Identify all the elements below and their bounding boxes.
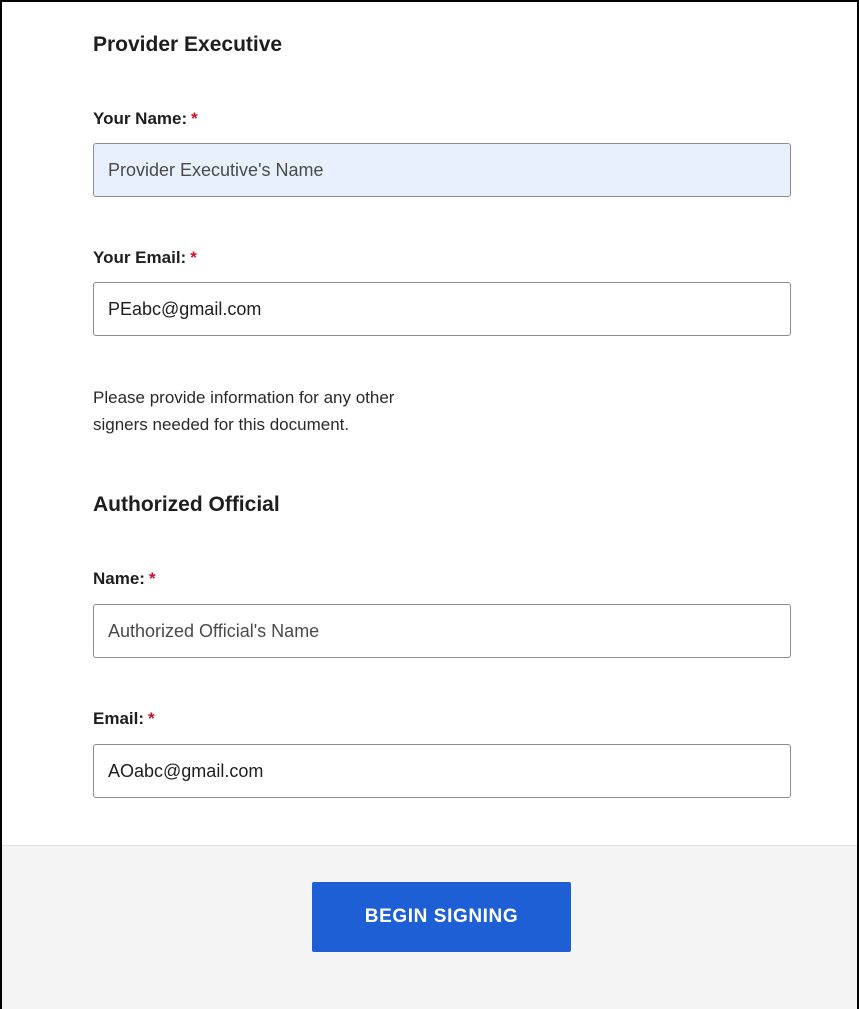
official-name-label: Name: * <box>93 569 156 589</box>
official-email-input[interactable] <box>93 744 791 798</box>
official-name-label-text: Name: <box>93 569 145 588</box>
required-asterisk: * <box>191 109 198 128</box>
info-line-2: signers needed for this document. <box>93 415 350 434</box>
provider-executive-heading: Provider Executive <box>93 33 283 56</box>
other-signers-info: Please provide information for any other… <box>93 384 533 438</box>
your-name-input[interactable] <box>93 143 791 197</box>
authorized-official-heading: Authorized Official <box>93 493 280 516</box>
your-name-label-text: Your Name: <box>93 109 188 128</box>
your-email-input[interactable] <box>93 282 791 336</box>
your-name-label: Your Name: * <box>93 109 198 129</box>
required-asterisk: * <box>148 569 156 588</box>
form-content: Provider Executive Your Name:* Your Emai… <box>2 2 857 845</box>
required-asterisk: * <box>148 709 155 728</box>
signer-form-panel: Provider Executive Your Name:* Your Emai… <box>0 0 859 1009</box>
official-email-label: Email: * <box>93 709 155 729</box>
your-email-label-text: Your Email: <box>93 248 187 267</box>
info-line-1: Please provide information for any other <box>93 388 395 407</box>
begin-signing-button[interactable]: BEGIN SIGNING <box>312 882 571 952</box>
official-name-input[interactable] <box>93 604 791 658</box>
required-asterisk: * <box>190 248 197 267</box>
your-email-label: Your Email: * <box>93 248 197 268</box>
official-email-label-text: Email: <box>93 709 145 728</box>
